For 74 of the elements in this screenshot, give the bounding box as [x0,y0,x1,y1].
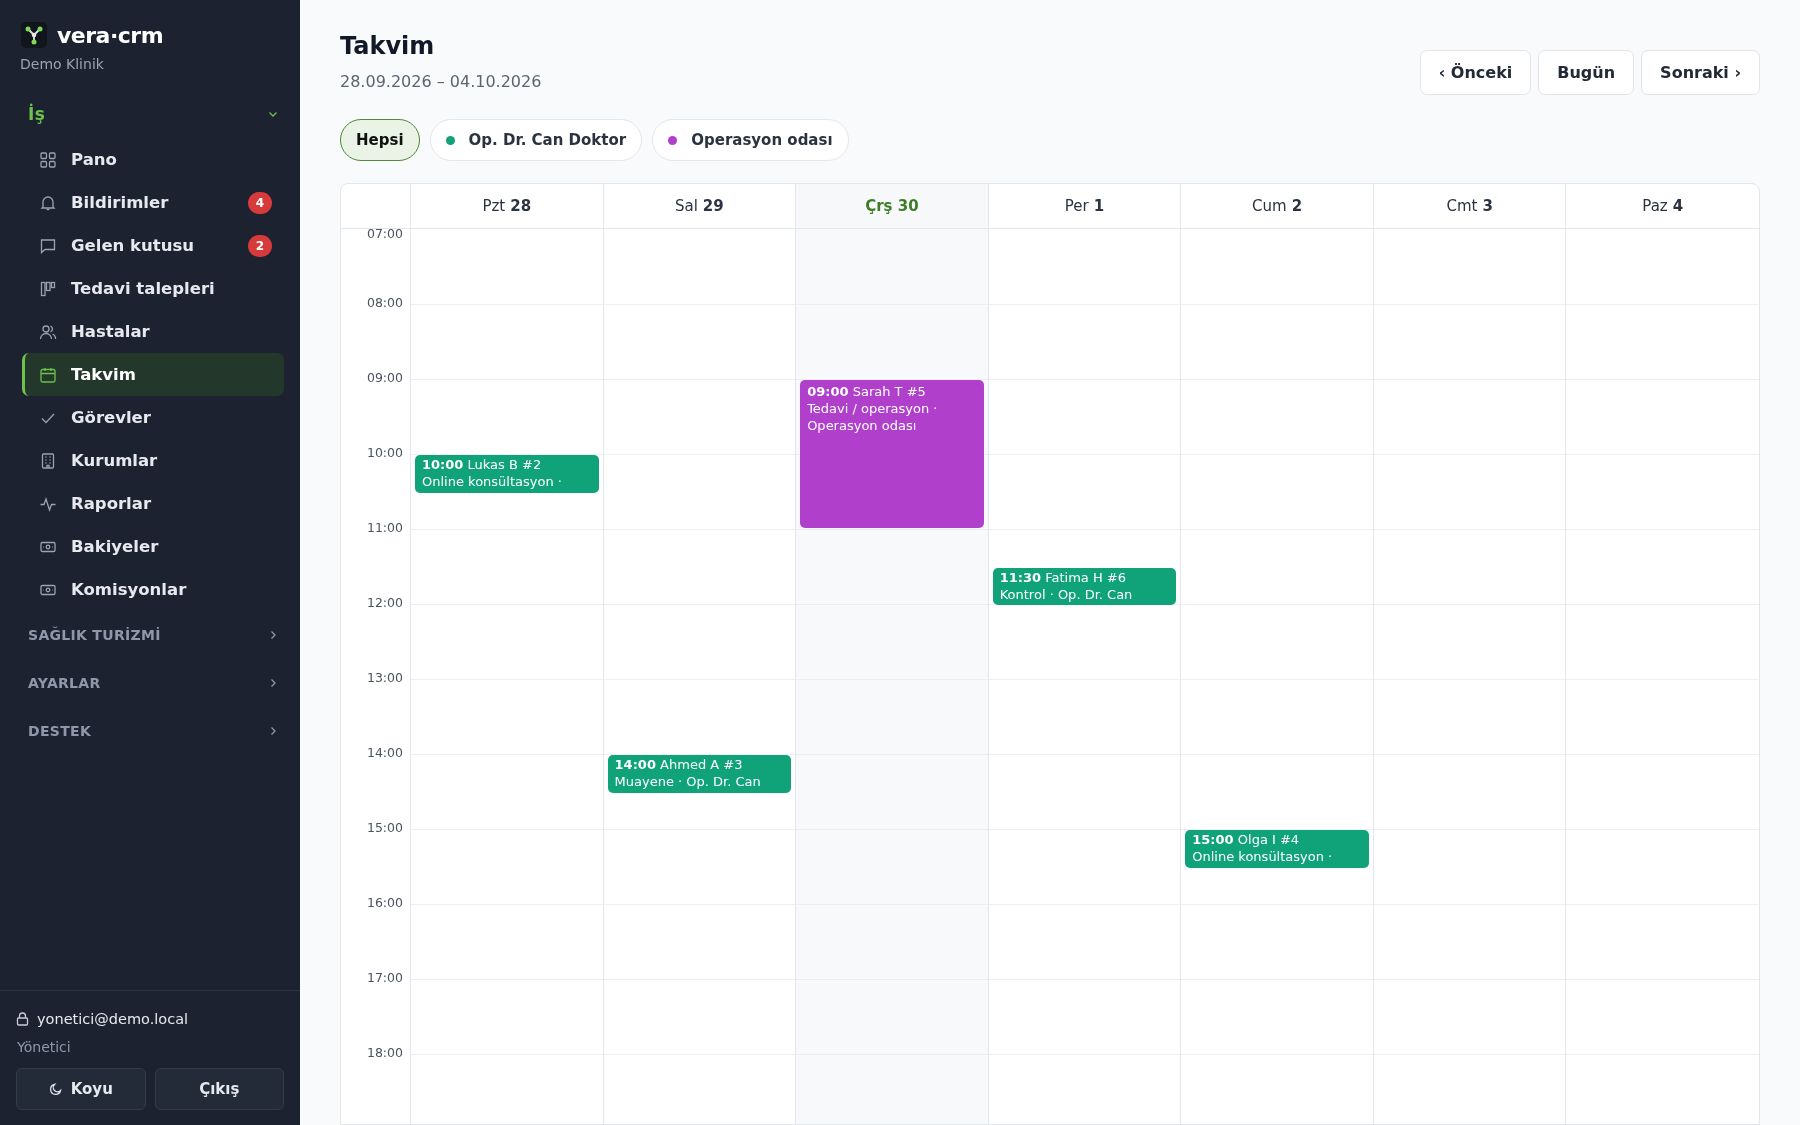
event-title: 14:00 Ahmed A #3 [614,756,744,773]
day-header: Paz 4 [1641,196,1685,217]
brand-name: vera·crm [57,22,164,48]
hour-label: 16:00 [366,895,403,910]
nav-item[interactable]: Gelen kutusu 2 [22,224,284,267]
hour-label: 09:00 [366,370,403,385]
week-nav-button[interactable]: Sonraki › [1641,50,1760,95]
nav-section-header[interactable]: İş [22,94,284,134]
hour-label: 17:00 [366,970,403,985]
nav-item[interactable]: Bildirimler 4 [22,181,284,224]
user-role: Yönetici [17,1039,72,1055]
day-header: Per 1 [988,184,1182,228]
users-icon [39,322,57,341]
event-detail: Kontrol · Op. Dr. Can [999,585,1134,603]
chat-bubble-icon [39,236,57,255]
logo-icon [21,22,47,48]
hour-label: 15:00 [366,820,403,835]
nav-item[interactable]: Kurumlar [22,439,284,482]
chevron-icon [268,630,278,640]
nav-item[interactable]: Komisyonlar [22,568,284,611]
lock-icon [16,1012,29,1026]
theme-button[interactable]: Koyu [16,1068,146,1110]
nav-item[interactable]: Pano [22,138,284,181]
filter-chip[interactable]: Operasyon odası [652,119,849,161]
user-email: yonetici@demo.local [37,1011,189,1027]
day-header: Çrş 30 [796,184,989,228]
nav-section-header[interactable]: SAĞLIK TURİZMİ [22,611,284,659]
nav-item[interactable]: Bakiyeler [22,525,284,568]
event-title: 10:00 Lukas B #2 [422,456,543,473]
nav-item[interactable]: Hastalar [22,310,284,353]
week-nav-button[interactable]: Bugün [1538,50,1635,95]
nav-item[interactable]: Tedavi talepleri [22,267,284,310]
hour-label: 13:00 [366,670,403,685]
event-detail: Tedavi / operasyon · Operasyon odası [807,400,939,434]
hour-label: 12:00 [366,595,403,610]
event-title: 15:00 Olga I #4 [1192,831,1301,848]
chevron-icon [268,678,278,688]
day-header: Cum 2 [1181,184,1374,228]
event-detail: Online konsültasyon · [1192,848,1334,865]
week-nav-button[interactable]: ‹ Önceki [1419,50,1532,95]
nav-section-header[interactable]: DESTEK [22,707,284,755]
nav-section-header[interactable]: AYARLAR [22,659,284,707]
nav-item[interactable]: Takvim [22,353,284,396]
filter-chip[interactable]: Hepsi [340,119,420,161]
hour-label: 11:00 [366,520,403,535]
nav-item[interactable]: Raporlar [22,482,284,525]
hour-label: 10:00 [366,445,403,460]
count-badge: 2 [248,234,272,257]
event-detail: Muayene · Op. Dr. Can [614,773,762,790]
count-badge: 4 [248,191,272,214]
logout-button[interactable]: Çıkış [154,1068,284,1110]
hour-label: 08:00 [366,295,403,310]
organization-name: Demo Klinik [19,55,105,72]
hour-label: 18:00 [366,1045,403,1060]
filter-chip[interactable]: Op. Dr. Can Doktor [429,119,643,161]
calendar-icon [39,365,57,384]
grid-icon [39,150,57,169]
building-icon [39,451,57,470]
date-range: 28.09.2026 – 04.10.2026 [340,72,542,91]
event-title: 09:00 Sarah T #5 [807,383,927,400]
moon-icon [48,1082,63,1096]
hour-label: 14:00 [366,745,403,760]
chevron-icon [268,109,278,119]
day-header: Cmt 3 [1373,184,1567,228]
nav-item[interactable]: Görevler [22,396,284,439]
bell-icon [39,193,57,212]
event-detail: Online konsültasyon · [422,473,563,490]
appointment-event[interactable]: 09:00 Sarah T #5 Tedavi / operasyon · Operasyon odası [800,380,984,528]
page-title: Takvim [340,32,436,60]
kanban-icon [39,279,57,298]
event-title: 11:30 Fatima H #6 [999,568,1128,586]
hour-label: 07:00 [366,226,403,241]
chevron-icon [268,726,278,736]
day-header: Pzt 28 [411,184,604,228]
